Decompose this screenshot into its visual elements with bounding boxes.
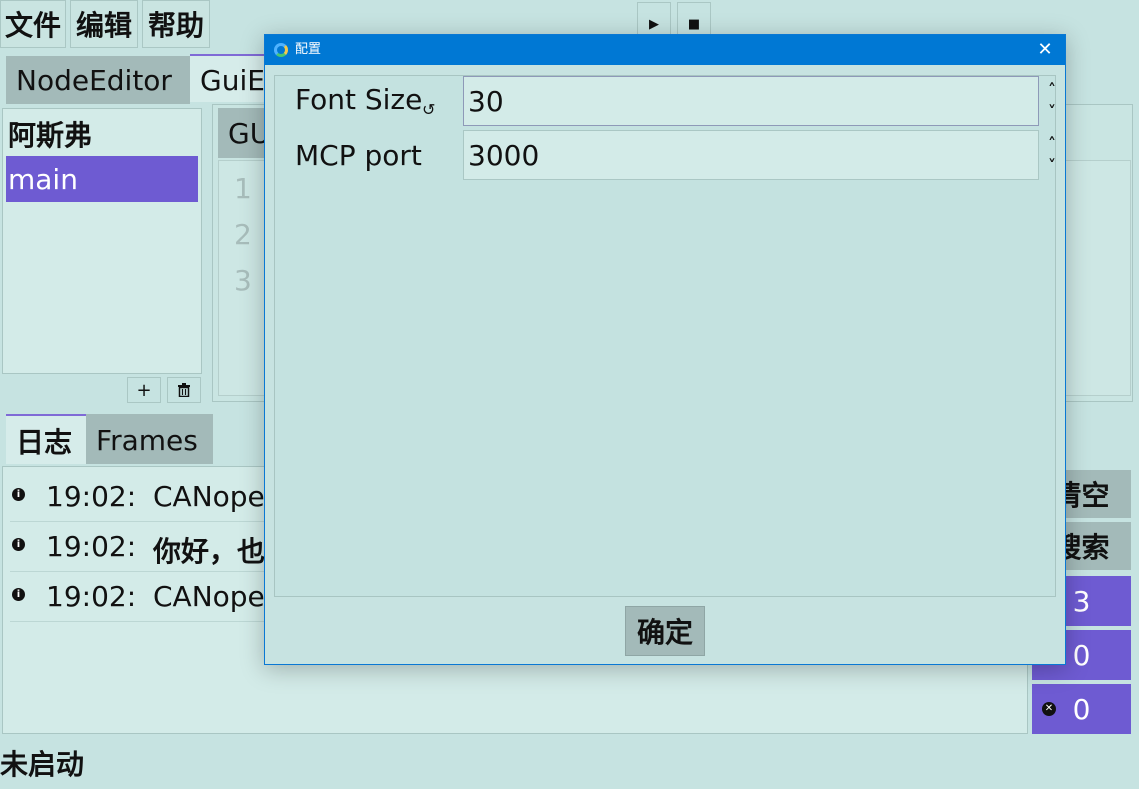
- log-message: CANope: [153, 580, 265, 613]
- error-count: 0: [1072, 693, 1091, 726]
- error-count-button[interactable]: ✕ 0: [1032, 684, 1131, 734]
- dialog-form: Font Size 30 ˄ ˅ MCP port 3000 ˄ ˅: [274, 75, 1056, 597]
- menu-file[interactable]: 文件: [0, 0, 66, 48]
- mcp-port-input[interactable]: 3000: [463, 130, 1039, 180]
- add-button[interactable]: +: [127, 377, 161, 403]
- font-size-decrement-icon[interactable]: ˅: [1043, 100, 1061, 124]
- info-icon: i: [12, 588, 25, 601]
- info-icon: i: [12, 538, 25, 551]
- dialog-title: 配置: [295, 42, 322, 57]
- list-title: 阿斯弗: [8, 119, 93, 152]
- app-logo-icon: [274, 43, 288, 57]
- warning-count: 0: [1072, 639, 1091, 672]
- tab-node-editor[interactable]: NodeEditor: [6, 56, 190, 104]
- font-size-input[interactable]: 30: [463, 76, 1039, 126]
- stop-icon: ■: [687, 16, 701, 32]
- log-message: 你好，也: [153, 535, 266, 568]
- log-time: 19:02:: [46, 480, 137, 513]
- info-count: 3: [1072, 585, 1091, 618]
- tab-log[interactable]: 日志: [6, 414, 86, 464]
- mcp-port-label: MCP port: [295, 139, 422, 172]
- plus-icon: +: [136, 379, 152, 401]
- reset-icon[interactable]: ↺: [422, 100, 435, 120]
- mcp-port-decrement-icon[interactable]: ˅: [1043, 154, 1061, 178]
- menu-help[interactable]: 帮助: [142, 0, 210, 48]
- tab-gui-editor[interactable]: GuiE: [190, 54, 270, 102]
- mcp-port-increment-icon[interactable]: ˄: [1043, 132, 1061, 156]
- font-size-label: Font Size: [295, 83, 423, 116]
- log-time: 19:02:: [46, 580, 137, 613]
- config-dialog: 配置 ✕ Font Size 30 ˄ ˅ MCP port 3000 ˄ ˅ …: [264, 34, 1066, 665]
- font-size-increment-icon[interactable]: ˄: [1043, 78, 1061, 102]
- play-icon: ▶: [649, 16, 659, 32]
- menu-edit[interactable]: 编辑: [70, 0, 138, 48]
- line-number: 2: [234, 218, 252, 251]
- error-icon: ✕: [1042, 702, 1056, 716]
- list-item-main[interactable]: main: [6, 156, 198, 202]
- status-text: 未启动: [0, 748, 85, 781]
- dialog-titlebar[interactable]: 配置 ✕: [265, 35, 1065, 65]
- trash-icon: [178, 383, 190, 397]
- delete-button[interactable]: [167, 377, 201, 403]
- line-number: 1: [234, 172, 252, 205]
- tab-frames[interactable]: Frames: [86, 414, 213, 464]
- ok-button[interactable]: 确定: [625, 606, 705, 656]
- info-icon: i: [12, 488, 25, 501]
- close-icon[interactable]: ✕: [1033, 38, 1057, 62]
- log-message: CANope: [153, 480, 265, 513]
- log-time: 19:02:: [46, 530, 137, 563]
- line-number: 3: [234, 264, 252, 297]
